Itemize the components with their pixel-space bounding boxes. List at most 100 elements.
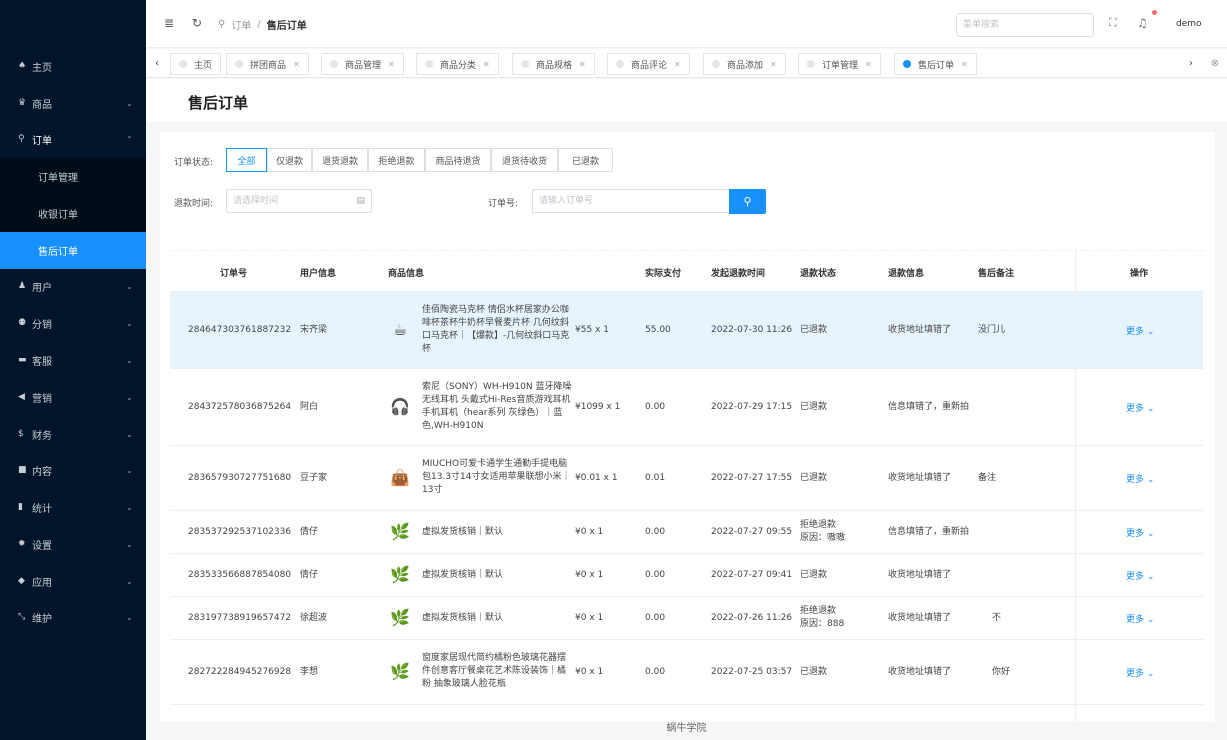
sidebar-item-label: 统计 [32,503,52,515]
sidebar-item-finance[interactable]: $ 财务 ⌄ [0,418,146,450]
sidebar-item-home[interactable]: ♠ 主页 [0,50,146,82]
remark-cell: 不 [992,613,1002,623]
product-thumbnail: 🎧 [390,397,410,416]
table-header: 订单号 用户信息 商品信息 实际支付 发起退款时间 退款状态 退款信息 售后备注… [170,250,1203,292]
sidebar-subitem-cashier-order[interactable]: 收银订单 [0,195,146,232]
menu-search-input[interactable]: 菜单搜索 [956,13,1094,37]
breadcrumb-item-order[interactable]: 订单 [231,17,251,32]
more-actions-link[interactable]: 更多 ⌄ [1126,401,1154,414]
product-info-cell: 佳佰陶瓷马克杯 情侣水杯居家办公咖啡杯茶杯牛奶杯早餐麦片杯 几何纹斜口马克杯｜【… [422,305,570,354]
sidebar-item-stats[interactable]: ▮ 统计 ⌄ [0,491,146,523]
marketing-icon: ◀ [18,392,25,402]
tab-label: 商品评论 [631,60,668,71]
table-row: 282722284945276928 李想 🌿 窗度家居现代简约橘粉色玻璃花器摆… [170,640,1203,705]
close-icon[interactable]: ✕ [483,60,490,69]
user-cell: 倩仔 [300,570,319,580]
remark-cell: 没门儿 [978,325,1006,335]
page-header: 售后订单 [146,79,1227,122]
tabs-scroll-right-icon[interactable]: › [1180,53,1202,75]
tab-goods-manage[interactable]: 商品管理 ✕ [321,53,404,75]
sidebar-item-label: 商品 [32,99,52,111]
more-actions-link[interactable]: 更多 ⌄ [1126,569,1154,582]
close-icon[interactable]: ✕ [674,60,681,69]
sidebar-item-order[interactable]: ⚲ 订单 ⌃ [0,123,146,155]
paid-cell: 55.00 [645,325,671,335]
close-icon[interactable]: ✕ [388,60,395,69]
tab-dot [330,60,338,68]
fullscreen-icon[interactable]: ⛶ [1109,16,1117,30]
refund-time-label: 退款时间: [174,199,214,209]
sidebar-item-maintain[interactable]: ⤡ 维护 ⌄ [0,601,146,633]
more-actions-link[interactable]: 更多 ⌄ [1126,612,1154,625]
breadcrumb-item-current: 售后订单 [266,21,307,32]
sidebar-item-settings[interactable]: ✹ 设置 ⌄ [0,528,146,560]
status-refund-only-button[interactable]: 仅退款 [267,148,312,172]
search-button[interactable]: ⚲ [729,189,766,214]
status-return-refund-button[interactable]: 退货退款 [312,148,368,172]
tab-label: 商品规格 [536,60,573,71]
more-actions-link[interactable]: 更多 ⌄ [1126,666,1154,679]
tab-group-goods[interactable]: 拼团商品 ✕ [226,53,309,75]
close-icon[interactable]: ✕ [293,60,300,69]
refresh-icon[interactable]: ↻ [192,16,202,30]
refund-info-cell: 收货地址填错了 [888,667,952,677]
sidebar-subitem-after-sale-order[interactable]: 售后订单 [0,232,146,269]
more-actions-link[interactable]: 更多 ⌄ [1126,324,1154,337]
sidebar-item-service[interactable]: ▬ 客服 ⌄ [0,344,146,376]
table-row: 284647303761887232 宋齐梁 ☕ 佳佰陶瓷马克杯 情侣水杯居家办… [170,292,1203,369]
tabs-scroll-left-icon[interactable]: ‹ [146,53,168,75]
tab-dot [903,60,911,68]
paid-cell: 0.00 [645,527,666,537]
tab-goods-spec[interactable]: 商品规格 ✕ [512,53,595,75]
chevron-down-icon: ⌄ [126,98,133,108]
status-return-receiving-button[interactable]: 退货待收货 [491,148,558,172]
order-no-input[interactable]: 请输入订单号 [532,189,730,213]
close-icon[interactable]: ✕ [579,60,586,69]
user-cell: 李想 [300,667,319,677]
product-thumbnail: 🌿 [390,565,410,584]
tab-label: 商品分类 [440,60,477,71]
refund-time-picker[interactable]: 请选择时间 ▤ [226,189,372,213]
chevron-down-icon: ⌄ [126,392,133,402]
breadcrumb: ⚲ 订单 / 售后订单 [218,17,307,32]
more-actions-link[interactable]: 更多 ⌄ [1126,526,1154,539]
close-icon[interactable]: ✕ [770,60,777,69]
remark-cell: 备注 [978,473,997,483]
close-icon[interactable]: ✕ [865,60,872,69]
tab-goods-category[interactable]: 商品分类 ✕ [416,53,499,75]
status-all-button[interactable]: 全部 [226,148,267,172]
tab-order-manage[interactable]: 订单管理 ✕ [798,53,881,75]
refund-info-cell: 收货地址填错了 [888,613,952,623]
tab-dot [425,60,433,68]
bell-icon[interactable]: ♫ [1137,16,1148,30]
sidebar-item-distribution[interactable]: ⚉ 分销 ⌄ [0,307,146,339]
tab-home[interactable]: 主页 [170,53,222,75]
sidebar-item-content[interactable]: ■ 内容 ⌄ [0,454,146,486]
refund-time-cell: 2022-07-27 17:55 [711,473,793,483]
status-refund-rejected-button[interactable]: 拒绝退款 [368,148,425,172]
menu-fold-icon[interactable]: ≣ [164,16,174,30]
sidebar-item-app[interactable]: ◆ 应用 ⌄ [0,565,146,597]
sidebar-subitem-order-manage[interactable]: 订单管理 [0,158,146,195]
order-no-cell: 282722284945276928 [188,667,292,677]
tab-goods-add[interactable]: 商品添加 ✕ [703,53,786,75]
breadcrumb-separator: / [257,19,261,30]
order-no-cell: 283537292537102336 [188,527,292,537]
tab-after-sale-order[interactable]: 售后订单 ✕ [894,53,977,75]
tab-goods-review[interactable]: 商品评论 ✕ [607,53,690,75]
refund-status-cell: 已退款 [800,570,828,580]
price-qty-cell: ¥55 x 1 [575,325,609,335]
user-name[interactable]: demo [1176,19,1202,29]
user-icon: ♟ [18,281,27,291]
close-icon[interactable]: ✕ [961,60,968,69]
close-all-tabs-icon[interactable]: ⊗ [1204,53,1226,75]
sidebar-item-marketing[interactable]: ◀ 营销 ⌄ [0,381,146,413]
sidebar-item-goods[interactable]: ♛ 商品 ⌄ [0,87,146,119]
more-actions-link[interactable]: 更多 ⌄ [1126,472,1154,485]
status-refunded-button[interactable]: 已退款 [558,148,613,172]
table-row: 283197738919657472 徐超波 🌿 虚拟发货核销｜默认 ¥0 x … [170,597,1203,640]
status-pending-return-button[interactable]: 商品待退货 [425,148,491,172]
user-cell: 倩仔 [300,527,319,537]
price-qty-cell: ¥0 x 1 [575,527,604,537]
sidebar-item-user[interactable]: ♟ 用户 ⌄ [0,270,146,302]
